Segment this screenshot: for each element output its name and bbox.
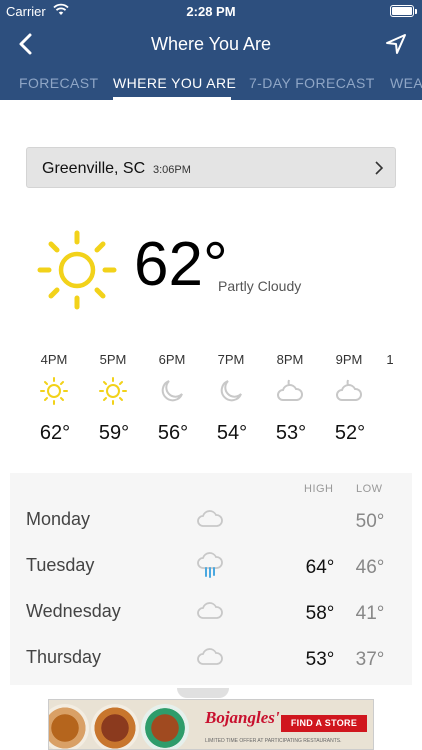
high-column-header: HIGH [304,483,334,495]
ad-banner[interactable]: Bojangles' FIND A STORE LIMITED TIME OFF… [48,699,374,750]
daily-row[interactable]: Wednesday 58° 41° [10,593,412,633]
day-name: Wednesday [26,601,121,621]
cloud-icon [197,602,223,619]
low-column-header: LOW [356,483,383,495]
hour-time: 7PM [217,352,245,367]
hour-time: 4PM [40,352,68,367]
location-arrow-icon[interactable] [384,32,408,56]
daily-row[interactable]: Monday 50° [10,501,412,541]
current-conditions: 62° Partly Cloudy [0,220,422,320]
hour-temperature: 52° [334,422,366,444]
day-name: Thursday [26,647,102,667]
cloud-icon [197,648,223,665]
tab-where-you-are[interactable]: WHERE YOU ARE [113,75,236,91]
day-name: Tuesday [26,555,95,575]
hour-temperature: 59° [98,422,130,444]
location-time: 3:06PM [153,164,191,176]
hour-time: 6PM [158,352,186,367]
day-high: 53° [305,649,335,670]
location-city: Greenville, SC [42,160,146,177]
location-selector[interactable]: Greenville, SC 3:06PM [26,147,396,188]
sun-icon [40,377,68,405]
day-low: 46° [355,557,385,578]
cloud-icon [197,510,223,527]
tab-bar: FORECAST WHERE YOU ARE 7-DAY FORECAST WE… [0,66,422,100]
hour-temperature: 54° [216,422,248,444]
cloud-moon-icon [336,379,362,401]
daily-forecast: HIGH LOW Monday 50° Tuesday 64° 46° Wedn… [10,473,412,685]
drawer-handle[interactable] [177,688,229,698]
ad-brand-logo: Bojangles' [205,708,280,727]
current-temperature: 62° [134,230,228,299]
day-name: Monday [26,509,91,529]
tab-weather[interactable]: WEA [390,75,422,91]
sun-icon [37,230,117,310]
food-bowl-image [91,704,139,749]
hour-temperature: 53° [275,422,307,444]
hour-time: 5PM [99,352,127,367]
food-bowl-image [141,704,189,749]
day-low: 50° [355,511,385,532]
hour-temperature: 62° [39,422,71,444]
hour-time: 9PM [335,352,363,367]
moon-icon [161,380,183,402]
chevron-right-icon [375,161,384,175]
ad-cta-button[interactable]: FIND A STORE [281,715,367,732]
hourly-forecast[interactable]: 4PM 62° 5PM 59° 6PM 56° 7PM 54° 8PM 53° … [0,350,422,450]
day-high: 58° [305,603,335,624]
hour-temperature: 56° [157,422,189,444]
cloud-moon-icon [277,379,303,401]
daily-row[interactable]: Thursday 53° 37° [10,639,412,679]
daily-row[interactable]: Tuesday 64° 46° [10,547,412,587]
moon-icon [220,380,242,402]
page-title: Where You Are [150,34,272,54]
current-condition: Partly Cloudy [218,278,302,294]
active-tab-indicator [113,97,231,100]
hour-time: 1 [386,352,394,367]
rain-cloud-icon [197,552,223,578]
day-low: 41° [355,603,385,624]
nav-bar: Where You Are [0,22,422,66]
hour-time: 8PM [276,352,304,367]
tab-7-day-forecast[interactable]: 7-DAY FORECAST [249,75,375,91]
ad-fine-print: LIMITED TIME OFFER AT PARTICIPATING REST… [205,738,342,744]
status-time: 2:28 PM [186,4,236,19]
day-low: 37° [355,649,385,670]
day-high: 64° [305,557,335,578]
status-bar: Carrier 2:28 PM [0,0,422,22]
battery-icon [390,5,417,17]
tab-forecast[interactable]: FORECAST [19,75,98,91]
food-bowl-image [49,704,89,749]
sun-icon [99,377,127,405]
